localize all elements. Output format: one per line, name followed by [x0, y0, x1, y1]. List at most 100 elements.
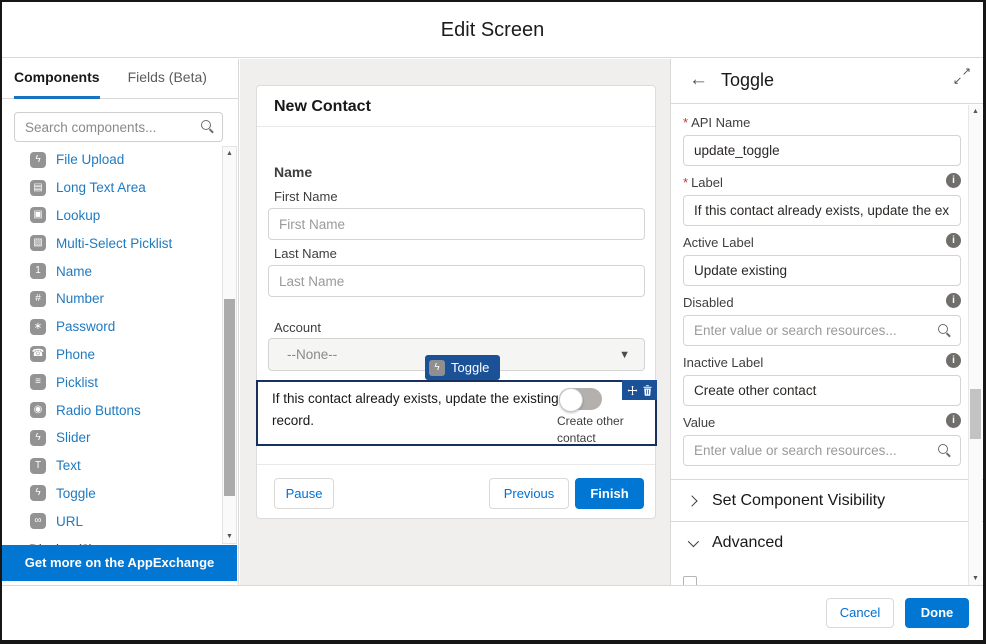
section-label: Set Component Visibility: [712, 492, 885, 510]
label-input[interactable]: [683, 195, 961, 226]
scrollbar-thumb[interactable]: [224, 299, 235, 496]
page-title: Edit Screen: [441, 19, 544, 41]
search-components-box: [14, 112, 223, 142]
component-action-bar: [622, 380, 657, 400]
active-label-input[interactable]: [683, 255, 961, 286]
screen-title: New Contact: [257, 86, 655, 127]
sidebar-item-slider[interactable]: ϟ Slider: [2, 424, 218, 452]
info-icon[interactable]: [946, 293, 961, 308]
number-icon: #: [30, 291, 46, 307]
sidebar-item-lookup[interactable]: ▣ Lookup: [2, 202, 218, 230]
scroll-down-arrow-icon[interactable]: ▼: [223, 530, 236, 543]
advanced-checkbox[interactable]: [683, 576, 697, 585]
scroll-down-arrow-icon[interactable]: ▼: [969, 572, 982, 585]
sidebar-item-multi-select-picklist[interactable]: ▧ Multi-Select Picklist: [2, 229, 218, 257]
toggle-drag-badge[interactable]: ϟ Toggle: [425, 355, 500, 380]
properties-title: Toggle: [721, 70, 774, 91]
tab-components[interactable]: Components: [14, 59, 100, 99]
properties-scrollbar[interactable]: ▲ ▼: [968, 105, 982, 585]
sidebar-item-label: Text: [56, 458, 81, 473]
section-set-component-visibility[interactable]: Set Component Visibility: [671, 480, 983, 521]
cancel-button[interactable]: Cancel: [826, 598, 894, 628]
label-label: *Label: [683, 175, 961, 190]
sidebar-item-text[interactable]: T Text: [2, 452, 218, 480]
disabled-label: Disabled: [683, 295, 961, 310]
sidebar-item-password[interactable]: ∗ Password: [2, 313, 218, 341]
sidebar-item-label: Long Text Area: [56, 180, 146, 195]
required-asterisk: *: [683, 175, 688, 190]
search-resource-icon[interactable]: [938, 444, 952, 458]
sidebar-item-number[interactable]: # Number: [2, 285, 218, 313]
scroll-up-arrow-icon[interactable]: ▲: [223, 147, 236, 160]
sidebar-item-label: Slider: [56, 430, 91, 445]
last-name-field[interactable]: [268, 265, 645, 297]
tab-fields-beta[interactable]: Fields (Beta): [128, 59, 207, 99]
sidebar-item-label: Picklist: [56, 375, 98, 390]
screen-preview-card: New Contact Name First Name Last Name Ac…: [256, 85, 656, 519]
sidebar-scrollbar[interactable]: ▲ ▼: [222, 146, 237, 544]
chevron-right-icon: [686, 495, 697, 506]
sidebar-item-long-text-area[interactable]: ▤ Long Text Area: [2, 174, 218, 202]
footer-divider: [257, 464, 655, 465]
search-input[interactable]: [14, 112, 223, 142]
sidebar-item-url[interactable]: ∞ URL: [2, 507, 218, 535]
last-name-label: Last Name: [274, 246, 337, 261]
label-field-group: *Label: [683, 175, 961, 226]
back-arrow-icon[interactable]: ←: [689, 69, 708, 91]
toggle-switch[interactable]: [559, 388, 602, 410]
value-field-group: Value: [683, 415, 961, 466]
sidebar-item-toggle[interactable]: ϟ Toggle: [2, 480, 218, 508]
required-asterisk: *: [683, 115, 688, 130]
value-label: Value: [683, 415, 961, 430]
drag-badge-label: Toggle: [451, 360, 489, 375]
inactive-label-input[interactable]: [683, 375, 961, 406]
password-icon: ∗: [30, 319, 46, 335]
active-label-label: Active Label: [683, 235, 961, 250]
section-advanced[interactable]: Advanced: [671, 522, 983, 563]
sidebar-item-label: URL: [56, 514, 83, 529]
sidebar-item-label: File Upload: [56, 152, 124, 167]
sidebar-item-file-upload[interactable]: ϟ File Upload: [2, 146, 218, 174]
move-icon[interactable]: [627, 385, 638, 396]
sidebar-item-label: Toggle: [56, 486, 96, 501]
inactive-label-field-group: Inactive Label: [683, 355, 961, 406]
sidebar-item-label: Name: [56, 264, 92, 279]
name-icon: 1: [30, 263, 46, 279]
done-button[interactable]: Done: [905, 598, 969, 628]
sidebar-item-picklist[interactable]: ≡ Picklist: [2, 368, 218, 396]
dialog-body: Components Fields (Beta) ϟ File Upload ▤…: [2, 59, 983, 585]
info-icon[interactable]: [946, 353, 961, 368]
chevron-down-icon: [688, 535, 699, 546]
sidebar-item-phone[interactable]: ☎ Phone: [2, 341, 218, 369]
text-icon: T: [30, 458, 46, 474]
pause-button[interactable]: Pause: [274, 478, 334, 509]
sidebar-item-label: Multi-Select Picklist: [56, 236, 172, 251]
toggle-icon: ϟ: [30, 485, 46, 501]
info-icon[interactable]: [946, 173, 961, 188]
sidebar-item-label: Phone: [56, 347, 95, 362]
inactive-label-label: Inactive Label: [683, 355, 961, 370]
value-resource-input[interactable]: [683, 435, 961, 466]
sidebar-item-name[interactable]: 1 Name: [2, 257, 218, 285]
selected-toggle-component[interactable]: If this contact already exists, update t…: [256, 380, 657, 446]
scrollbar-thumb[interactable]: [970, 389, 981, 439]
sidebar-item-radio-buttons[interactable]: ◉ Radio Buttons: [2, 396, 218, 424]
first-name-field[interactable]: [268, 208, 645, 240]
api-name-input[interactable]: [683, 135, 961, 166]
info-icon[interactable]: [946, 233, 961, 248]
account-label: Account: [274, 320, 321, 335]
toggle-inactive-caption: Create other contact: [557, 413, 633, 447]
search-resource-icon[interactable]: [938, 324, 952, 338]
scroll-up-arrow-icon[interactable]: ▲: [969, 105, 982, 118]
previous-button[interactable]: Previous: [489, 478, 569, 509]
active-label-field-group: Active Label: [683, 235, 961, 286]
disabled-field-group: Disabled: [683, 295, 961, 346]
radio-buttons-icon: ◉: [30, 402, 46, 418]
expand-panel-icon[interactable]: ↗↙: [953, 67, 971, 85]
delete-icon[interactable]: [643, 385, 652, 396]
disabled-resource-input[interactable]: [683, 315, 961, 346]
finish-button[interactable]: Finish: [575, 478, 644, 509]
info-icon[interactable]: [946, 413, 961, 428]
appexchange-button[interactable]: Get more on the AppExchange: [2, 545, 237, 581]
edit-screen-dialog: Edit Screen Components Fields (Beta) ϟ F…: [0, 0, 986, 644]
